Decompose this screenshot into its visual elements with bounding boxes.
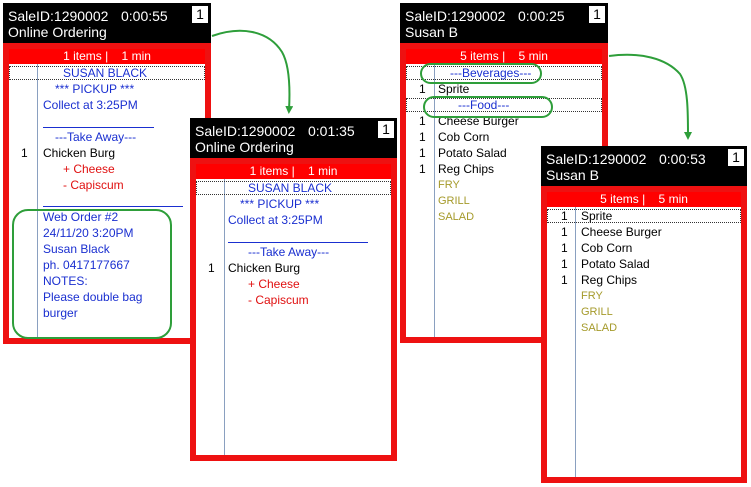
connector-arrows — [211, 29, 692, 140]
arrow-ticket3-to-ticket4 — [608, 53, 692, 140]
arrow-ticket1-to-ticket2 — [211, 29, 294, 114]
